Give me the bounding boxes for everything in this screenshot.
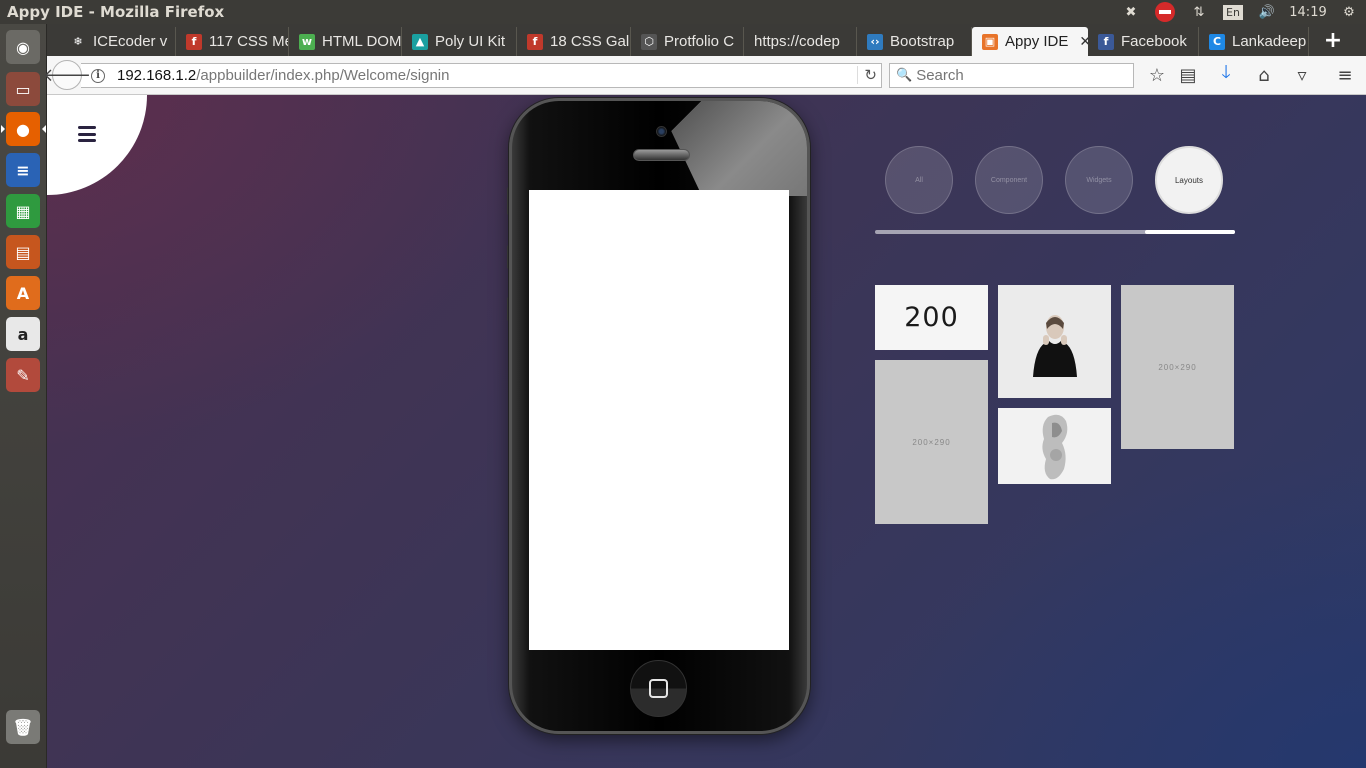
pocket-icon[interactable]: ▿ bbox=[1288, 62, 1316, 88]
tab-label: Facebook bbox=[1121, 33, 1187, 50]
layout-tile-statue[interactable] bbox=[998, 408, 1111, 484]
volume-icon[interactable]: 🔊 bbox=[1250, 0, 1284, 24]
url-path: /appbuilder/index.php/Welcome/signin bbox=[196, 67, 450, 84]
launcher-impress-icon[interactable]: ▤ bbox=[6, 235, 40, 269]
tab-favicon-icon: w bbox=[299, 33, 315, 50]
tab-2[interactable]: w HTML DOM bbox=[289, 27, 402, 56]
tab-label: 18 CSS Gall bbox=[550, 33, 631, 50]
launcher-system-settings-icon[interactable]: ✎ bbox=[6, 358, 40, 392]
tab-favicon-icon: ❄ bbox=[70, 33, 86, 50]
hamburger-menu-icon[interactable]: ≡ bbox=[1331, 62, 1359, 88]
layout-tile-placeholder-left[interactable]: 200×290 bbox=[875, 360, 988, 524]
tab-label: Poly UI Kit bbox=[435, 33, 506, 50]
tab-favicon-icon: ‹› bbox=[867, 33, 883, 50]
search-bar[interactable]: 🔍 bbox=[889, 63, 1134, 88]
category-widgets-button[interactable]: Widgets bbox=[1065, 146, 1133, 214]
home-icon[interactable]: ⌂ bbox=[1250, 62, 1278, 88]
launcher-dash-icon[interactable]: ◉ bbox=[6, 30, 40, 64]
placeholder-size-label: 200×290 bbox=[912, 437, 951, 447]
placeholder-size-label: 200×290 bbox=[1158, 362, 1197, 372]
tab-label: ICEcoder v bbox=[93, 33, 168, 50]
menu-corner bbox=[47, 95, 147, 195]
tab-label: https://codep bbox=[754, 33, 840, 50]
window-title: Appy IDE - Mozilla Firefox bbox=[7, 3, 225, 21]
category-component-button[interactable]: Component bbox=[975, 146, 1043, 214]
tab-5[interactable]: ⬡ Protfolio C bbox=[631, 27, 744, 56]
tab-6[interactable]: https://codep bbox=[744, 27, 857, 56]
url-bar[interactable]: i 192.168.1.2/appbuilder/index.php/Welco… bbox=[81, 63, 882, 88]
site-info-icon[interactable]: i bbox=[91, 68, 105, 83]
downloads-icon[interactable]: 🡓 bbox=[1212, 62, 1240, 88]
back-button[interactable]: 🡐 bbox=[43, 60, 91, 90]
launcher-files-icon[interactable]: ▭ bbox=[6, 72, 40, 106]
hamburger-menu-button[interactable] bbox=[78, 126, 96, 142]
layout-tile-number[interactable]: 200 bbox=[875, 285, 988, 350]
tab-4[interactable]: f 18 CSS Gall bbox=[517, 27, 631, 56]
phone-camera bbox=[656, 126, 667, 137]
tab-favicon-icon: C bbox=[1209, 33, 1225, 50]
navigation-toolbar: i 192.168.1.2/appbuilder/index.php/Welco… bbox=[43, 56, 1366, 95]
tab-favicon-icon: f bbox=[527, 33, 543, 50]
url-host: 192.168.1.2 bbox=[117, 67, 197, 84]
launcher-trash-icon[interactable]: 🗑 bbox=[6, 710, 40, 744]
statue-image bbox=[1041, 414, 1067, 480]
network-icon[interactable]: ⇅ bbox=[1182, 0, 1216, 24]
page-content: All Component Widgets Layouts 200 200×290 2… bbox=[47, 95, 1366, 768]
tab-favicon-icon: f bbox=[1098, 33, 1114, 50]
no-entry-icon[interactable] bbox=[1148, 0, 1182, 24]
tab-0[interactable]: ❄ ICEcoder v bbox=[60, 27, 176, 56]
tab-label: Lankadeep bbox=[1232, 33, 1307, 50]
unity-launcher: ◉ ▭ ● ≡ ▦ ▤ Aa ✎ 🗑 bbox=[0, 24, 47, 768]
tile-number-text: 200 bbox=[904, 302, 959, 333]
tab-close-icon[interactable]: ✕ bbox=[1079, 34, 1088, 50]
tab-bar: + ❄ ICEcoder v f 117 CSS Me w HTML DOM ▲ Poly U… bbox=[47, 24, 1366, 56]
tab-label: Bootstrap bbox=[890, 33, 955, 50]
tab-label: Protfolio C bbox=[664, 33, 735, 50]
phone-speaker bbox=[633, 149, 690, 161]
portrait-image bbox=[1032, 314, 1077, 377]
phone-mockup bbox=[509, 98, 810, 734]
url-text[interactable]: 192.168.1.2/appbuilder/index.php/Welcome… bbox=[117, 67, 449, 84]
tab-3[interactable]: ▲ Poly UI Kit bbox=[402, 27, 517, 56]
tab-label: HTML DOM bbox=[322, 33, 402, 50]
layout-tile-placeholder-right[interactable]: 200×290 bbox=[1121, 285, 1234, 449]
launcher-software-center-icon[interactable]: A bbox=[6, 276, 40, 310]
tab-favicon-icon: ▲ bbox=[412, 33, 428, 50]
tab-favicon-icon: ⬡ bbox=[641, 33, 657, 50]
keyboard-layout-label: En bbox=[1223, 4, 1243, 20]
home-square-icon bbox=[649, 679, 668, 698]
dropbox-icon[interactable]: ✖ bbox=[1114, 0, 1148, 24]
layout-tile-portrait[interactable] bbox=[998, 285, 1111, 398]
launcher-firefox-icon[interactable]: ● bbox=[1, 112, 46, 146]
tab-label: Appy IDE bbox=[1005, 33, 1069, 50]
tab-favicon-icon: f bbox=[186, 33, 202, 50]
phone-home-button bbox=[630, 660, 687, 717]
launcher-writer-icon[interactable]: ≡ bbox=[6, 153, 40, 187]
tab-9[interactable]: f Facebook bbox=[1088, 27, 1199, 56]
tab-7[interactable]: ‹› Bootstrap bbox=[857, 27, 972, 56]
reading-list-icon[interactable]: ▤ bbox=[1174, 62, 1202, 88]
reload-icon[interactable]: ↻ bbox=[857, 66, 877, 84]
tab-10[interactable]: C Lankadeep bbox=[1199, 27, 1309, 56]
tab-favicon-icon: ▣ bbox=[982, 33, 998, 50]
tab-8[interactable]: ▣ Appy IDE ✕ bbox=[972, 27, 1088, 56]
tab-label: 117 CSS Me bbox=[209, 33, 289, 50]
phone-screen-canvas[interactable] bbox=[529, 190, 789, 650]
bookmark-star-icon[interactable]: ☆ bbox=[1143, 62, 1171, 88]
category-all-button[interactable]: All bbox=[885, 146, 953, 214]
category-layouts-button[interactable]: Layouts bbox=[1155, 146, 1223, 214]
search-input[interactable] bbox=[916, 67, 1117, 84]
keyboard-layout-indicator[interactable]: En bbox=[1216, 0, 1250, 24]
search-icon: 🔍 bbox=[896, 68, 913, 83]
system-tray: ✖ ⇅ En 🔊 14:19 ⚙ bbox=[1114, 0, 1366, 24]
settings-gear-icon[interactable]: ⚙ bbox=[1332, 0, 1366, 24]
launcher-amazon-icon[interactable]: a bbox=[6, 317, 40, 351]
new-tab-button[interactable]: + bbox=[1322, 28, 1344, 53]
launcher-calc-icon[interactable]: ▦ bbox=[6, 194, 40, 228]
category-progress-fill bbox=[1145, 230, 1235, 234]
tab-1[interactable]: f 117 CSS Me bbox=[176, 27, 289, 56]
category-progress-track bbox=[875, 230, 1235, 234]
system-top-panel: Appy IDE - Mozilla Firefox ✖ ⇅ En 🔊 14:1… bbox=[0, 0, 1366, 24]
clock[interactable]: 14:19 bbox=[1284, 0, 1332, 24]
